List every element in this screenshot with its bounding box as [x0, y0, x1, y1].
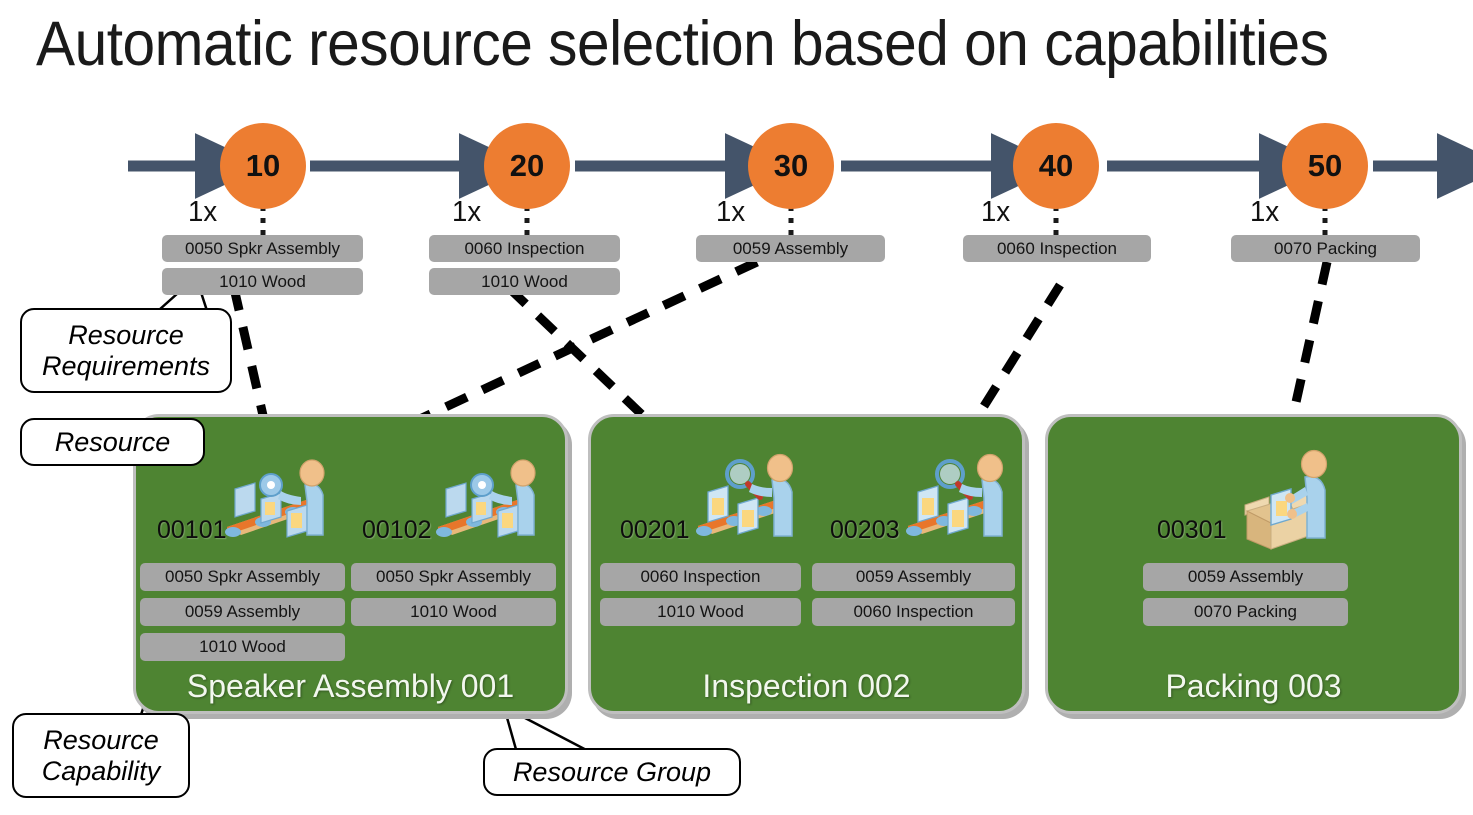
resource-group-title-001: Speaker Assembly 001	[186, 668, 515, 704]
capability-pill-00201-2: 1010 Wood	[600, 598, 801, 626]
capability-pill-00301-1: 0059 Assembly	[1143, 563, 1348, 591]
resource-id-00201: 00201	[620, 516, 690, 544]
requirement-pill-20-1: 0060 Inspection	[429, 235, 620, 262]
inspection-worker-icon	[898, 452, 1016, 554]
requirement-droplines	[260, 206, 1328, 238]
operation-number: 40	[1038, 148, 1074, 183]
capability-pill-00102-2: 1010 Wood	[351, 598, 556, 626]
operation-node-40[interactable]: 40	[1013, 123, 1099, 209]
resource-group-title-002: Inspection 002	[702, 668, 911, 704]
requirement-pill-50-1: 0070 Packing	[1231, 235, 1420, 262]
callout-resource-capability: Resource Capability	[12, 713, 190, 798]
capability-pill-00203-2: 0060 Inspection	[812, 598, 1015, 626]
assembly-worker-icon	[213, 455, 338, 555]
callout-line-1: Resource	[54, 426, 171, 457]
resource-id-00102: 00102	[362, 516, 432, 544]
operation-node-20[interactable]: 20	[484, 123, 570, 209]
callout-line-1: Resource	[43, 725, 159, 756]
operation-multiplier-10: 1x	[188, 196, 218, 228]
packing-worker-icon	[1235, 447, 1345, 557]
resource-id-00301: 00301	[1157, 516, 1227, 544]
capability-pill-00101-1: 0050 Spkr Assembly	[140, 563, 345, 591]
assembly-worker-icon	[424, 455, 549, 555]
capability-pill-00201-1: 0060 Inspection	[600, 563, 801, 591]
operation-node-50[interactable]: 50	[1282, 123, 1368, 209]
operation-number: 30	[773, 148, 809, 183]
capability-pill-00102-1: 0050 Spkr Assembly	[351, 563, 556, 591]
requirement-pill-10-1: 0050 Spkr Assembly	[162, 235, 363, 262]
resource-id-00203: 00203	[830, 516, 900, 544]
callout-line-2: Capability	[41, 755, 161, 786]
callout-line-1: Resource	[68, 320, 184, 351]
callout-line-2: Requirements	[41, 350, 211, 381]
operation-node-10[interactable]: 10	[220, 123, 306, 209]
capability-pill-00101-3: 1010 Wood	[140, 633, 345, 661]
slide-canvas: Automatic resource selection based on ca…	[0, 0, 1473, 815]
operation-node-30[interactable]: 30	[748, 123, 834, 209]
page-title: Automatic resource selection based on ca…	[36, 9, 1329, 79]
operation-multiplier-50: 1x	[1250, 196, 1280, 228]
resource-group-title-003: Packing 003	[1165, 668, 1342, 704]
requirement-pill-10-2: 1010 Wood	[162, 268, 363, 295]
operation-multiplier-30: 1x	[716, 196, 746, 228]
capability-pill-00203-1: 0059 Assembly	[812, 563, 1015, 591]
requirement-pill-40-1: 0060 Inspection	[963, 235, 1151, 262]
callout-resource: Resource	[20, 418, 205, 466]
requirement-pill-30-1: 0059 Assembly	[696, 235, 885, 262]
requirement-pill-20-2: 1010 Wood	[429, 268, 620, 295]
operation-number: 20	[509, 148, 545, 183]
callout-resource-requirements: Resource Requirements	[20, 308, 232, 393]
operation-number: 10	[245, 148, 281, 183]
operation-number: 50	[1307, 148, 1343, 183]
callout-line-1: Resource Group	[512, 756, 712, 787]
callout-resource-group: Resource Group	[483, 748, 741, 796]
operation-multiplier-20: 1x	[452, 196, 482, 228]
capability-pill-00301-2: 0070 Packing	[1143, 598, 1348, 626]
operation-multiplier-40: 1x	[981, 196, 1011, 228]
capability-pill-00101-2: 0059 Assembly	[140, 598, 345, 626]
inspection-worker-icon	[688, 452, 806, 554]
